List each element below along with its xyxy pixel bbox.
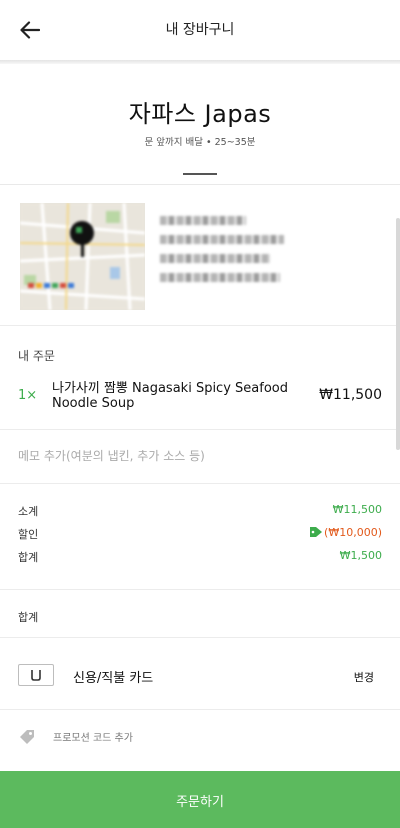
- discount-value: (₩10,000): [324, 526, 382, 539]
- total-label: 합계: [18, 611, 39, 624]
- card-glyph-icon: [31, 670, 41, 681]
- card-icon: [18, 664, 54, 686]
- place-order-button[interactable]: 주문하기: [0, 771, 400, 828]
- total-row: 합계 ₩1,500: [18, 549, 382, 565]
- discount-row: 할인 (₩10,000): [18, 526, 382, 542]
- price-summary: 소계 ₩11,500 할인 (₩10,000) 합계 ₩1,500: [0, 485, 400, 590]
- place-order-label: 주문하기: [176, 794, 224, 809]
- item-price: ₩11,500: [319, 387, 382, 403]
- total-section: 합계: [0, 591, 400, 638]
- page-title: 내 장바구니: [165, 22, 235, 38]
- subtotal-label: 소계: [18, 505, 39, 518]
- subtotal-value: ₩11,500: [332, 503, 382, 516]
- drag-handle[interactable]: [183, 173, 217, 175]
- price-tag-icon: [310, 527, 323, 537]
- memo-input[interactable]: [18, 449, 378, 463]
- map-graphic: [20, 203, 145, 310]
- delivery-location: [0, 186, 400, 326]
- delivery-info: 문 앞까지 배달 • 25~35분: [144, 137, 256, 148]
- total-row-value: ₩1,500: [339, 549, 382, 562]
- map-thumbnail[interactable]: [20, 203, 145, 310]
- promo-tag-icon: [20, 730, 34, 744]
- total-row-label: 합계: [18, 551, 39, 564]
- subtotal-row: 소계 ₩11,500: [18, 503, 382, 519]
- promo-code-row[interactable]: 프로모션 코드 추가: [0, 711, 400, 770]
- item-name[interactable]: 나가사끼 짬뽕 Nagasaki Spicy Seafood Noodle So…: [52, 381, 312, 411]
- order-section-title: 내 주문: [18, 349, 55, 363]
- scrollbar[interactable]: [396, 218, 400, 450]
- discount-label: 할인: [18, 528, 39, 541]
- order-section: 내 주문 1× 나가사끼 짬뽕 Nagasaki Spicy Seafood N…: [0, 327, 400, 430]
- top-bar: 내 장바구니: [0, 0, 400, 60]
- payment-method-label: 신용/직불 카드: [73, 671, 154, 686]
- address-lines-redacted: [160, 216, 290, 292]
- store-name: 자파스 Japas: [128, 100, 272, 128]
- change-payment-button[interactable]: 변경: [354, 669, 374, 685]
- discount-value-wrap: (₩10,000): [309, 526, 382, 539]
- payment-section: 신용/직불 카드 변경: [0, 639, 400, 710]
- promo-code-label: 프로모션 코드 추가: [53, 733, 133, 744]
- item-quantity[interactable]: 1×: [18, 388, 37, 403]
- store-header: 자파스 Japas 문 앞까지 배달 • 25~35분: [0, 64, 400, 185]
- memo-section: [0, 431, 400, 484]
